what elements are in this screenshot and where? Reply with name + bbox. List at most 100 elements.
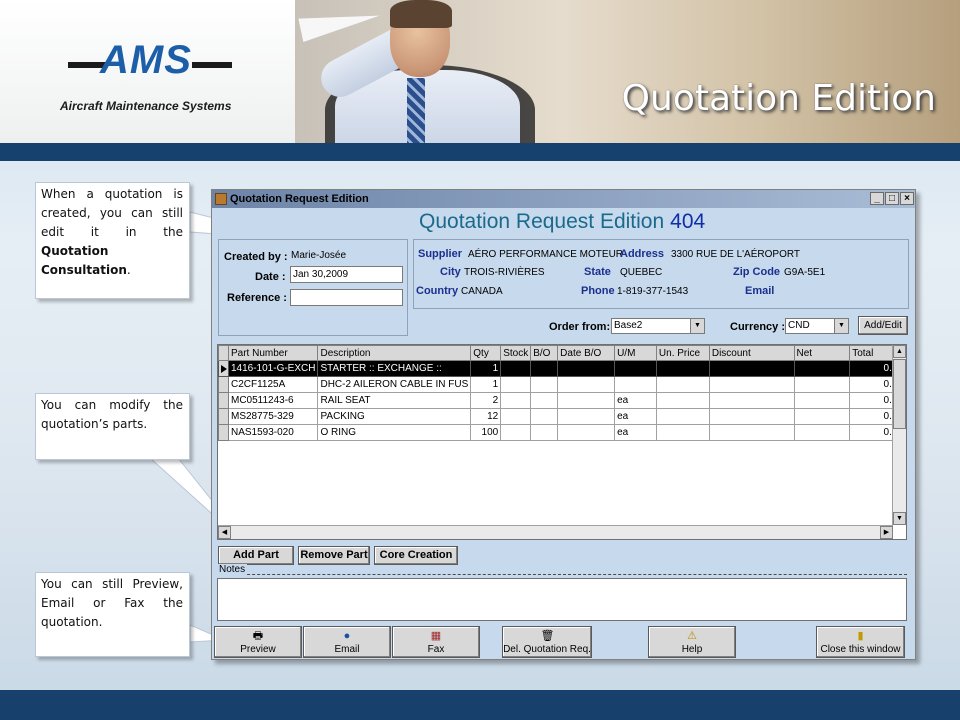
grid-horizontal-scrollbar[interactable]: ◀ ▶ [218,525,893,539]
cell-date-bo[interactable] [557,392,616,409]
col-net[interactable]: Net [793,345,851,361]
cell-bo[interactable] [530,360,559,377]
col-date-bo[interactable]: Date B/O [557,345,616,361]
col-qty[interactable]: Qty [470,345,502,361]
col-stock[interactable]: Stock [500,345,532,361]
cell-discount[interactable] [708,424,795,441]
cell-unit-price[interactable] [655,408,710,425]
help-button[interactable]: ⚠ Help [648,626,736,658]
row-selector[interactable] [218,424,229,441]
table-row[interactable]: NAS1593-020 O RING 100 ea 0.00 [218,424,906,441]
address-label: Address [620,248,665,260]
scroll-thumb[interactable] [893,359,906,429]
cell-unit-price[interactable] [655,376,710,393]
cell-bo[interactable] [530,392,559,409]
order-from-select[interactable]: Base2 ▼ [611,318,705,334]
cell-qty[interactable]: 1 [470,360,502,377]
maximize-button[interactable]: □ [885,192,899,205]
cell-qty[interactable]: 2 [470,392,502,409]
close-this-window-button[interactable]: ▮ Close this window [816,626,905,658]
cell-bo[interactable] [530,424,559,441]
cell-um[interactable]: ea [614,408,657,425]
window-title: Quotation Request Edition [230,193,369,205]
cell-desc[interactable]: STARTER :: EXCHANGE :: [317,360,472,377]
table-row[interactable]: 1416-101-G-EXCH STARTER :: EXCHANGE :: 1… [218,360,906,377]
cell-qty[interactable]: 12 [470,408,502,425]
cell-qty[interactable]: 100 [470,424,502,441]
currency-select[interactable]: CND ▼ [785,318,849,334]
table-row[interactable]: MS28775-329 PACKING 12 ea 0.00 [218,408,906,425]
scroll-left-icon[interactable]: ◀ [218,526,231,539]
cell-stock[interactable] [500,392,532,409]
cell-part[interactable]: MS28775-329 [227,408,319,425]
cell-discount[interactable] [708,408,795,425]
core-creation-button[interactable]: Core Creation [374,546,458,565]
row-selector[interactable] [218,376,229,393]
email-button[interactable]: ● Email [303,626,391,658]
delete-quotation-button[interactable]: 🗑 Del. Quotation Req. [502,626,592,658]
cell-part[interactable]: C2CF1125A [227,376,319,393]
cell-date-bo[interactable] [557,360,616,377]
cell-bo[interactable] [530,408,559,425]
close-window-button[interactable]: × [900,192,914,205]
cell-net[interactable] [793,424,851,441]
cell-discount[interactable] [708,360,795,377]
table-row[interactable]: C2CF1125A DHC-2 AILERON CABLE IN FUS 1 0… [218,376,906,393]
cell-qty[interactable]: 1 [470,376,502,393]
date-input[interactable]: Jan 30,2009 [290,266,403,283]
cell-part[interactable]: NAS1593-020 [227,424,319,441]
col-um[interactable]: U/M [614,345,657,361]
cell-discount[interactable] [708,376,795,393]
grid-vertical-scrollbar[interactable]: ▲ ▼ [892,345,906,525]
cell-discount[interactable] [708,392,795,409]
cell-stock[interactable] [500,360,532,377]
cell-unit-price[interactable] [655,392,710,409]
cell-date-bo[interactable] [557,376,616,393]
cell-date-bo[interactable] [557,408,616,425]
col-unit-price[interactable]: Un. Price [655,345,710,361]
reference-input[interactable] [290,289,403,306]
fax-button[interactable]: ▦ Fax [392,626,480,658]
cell-um[interactable] [614,360,657,377]
zip-value: G9A-5E1 [784,267,826,278]
col-bo[interactable]: B/O [530,345,559,361]
scroll-down-icon[interactable]: ▼ [893,512,906,525]
row-selector[interactable] [218,360,229,377]
preview-button[interactable]: 🖶 Preview [214,626,302,658]
cell-um[interactable]: ea [614,424,657,441]
cell-part[interactable]: 1416-101-G-EXCH [227,360,319,377]
cell-stock[interactable] [500,376,532,393]
minimize-button[interactable]: _ [870,192,884,205]
cell-stock[interactable] [500,408,532,425]
scroll-up-icon[interactable]: ▲ [893,345,906,358]
cell-net[interactable] [793,408,851,425]
cell-desc[interactable]: O RING [317,424,472,441]
table-row[interactable]: MC0511243-6 RAIL SEAT 2 ea 0.00 [218,392,906,409]
add-part-button[interactable]: Add Part [218,546,294,565]
cell-desc[interactable]: RAIL SEAT [317,392,472,409]
cell-unit-price[interactable] [655,424,710,441]
cell-net[interactable] [793,392,851,409]
col-part-number[interactable]: Part Number [227,345,319,361]
cell-um[interactable] [614,376,657,393]
notes-textarea[interactable] [217,578,907,621]
row-selector[interactable] [218,392,229,409]
cell-bo[interactable] [530,376,559,393]
cell-um[interactable]: ea [614,392,657,409]
cell-net[interactable] [793,360,851,377]
cell-stock[interactable] [500,424,532,441]
fax-icon: ▦ [430,630,442,642]
remove-part-button[interactable]: Remove Part [298,546,370,565]
cell-part[interactable]: MC0511243-6 [227,392,319,409]
add-edit-button[interactable]: Add/Edit [858,316,908,335]
window-titlebar[interactable]: Quotation Request Edition _ □ × [212,190,915,208]
cell-date-bo[interactable] [557,424,616,441]
row-selector[interactable] [218,408,229,425]
cell-desc[interactable]: PACKING [317,408,472,425]
col-description[interactable]: Description [317,345,472,361]
col-discount[interactable]: Discount [708,345,795,361]
scroll-right-icon[interactable]: ▶ [880,526,893,539]
cell-net[interactable] [793,376,851,393]
cell-desc[interactable]: DHC-2 AILERON CABLE IN FUS [317,376,472,393]
cell-unit-price[interactable] [655,360,710,377]
